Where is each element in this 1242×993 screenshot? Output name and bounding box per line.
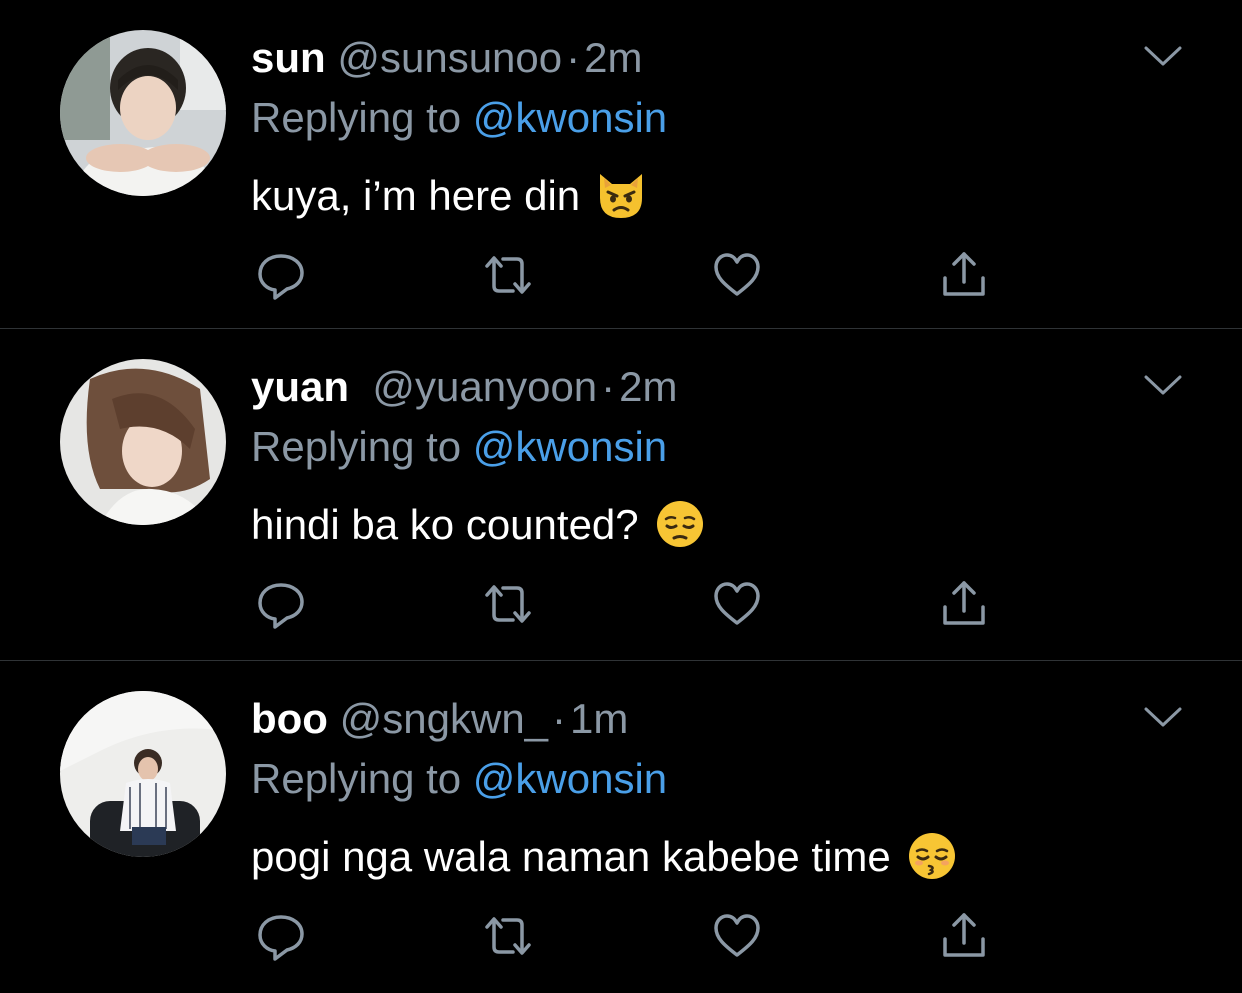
- share-icon[interactable]: [937, 909, 991, 963]
- reply-thread: sun @sunsunoo·2m Replying to @kwonsin ku…: [0, 0, 1242, 993]
- avatar[interactable]: [60, 691, 226, 857]
- retweet-icon[interactable]: [481, 248, 535, 302]
- display-name[interactable]: yuan: [251, 363, 349, 410]
- share-icon[interactable]: [937, 577, 991, 631]
- tweet[interactable]: boo @sngkwn_·1m Replying to @kwonsin pog…: [0, 661, 1242, 993]
- reply-icon[interactable]: [254, 909, 308, 963]
- user-handle[interactable]: @yuanyoon: [372, 363, 597, 410]
- replying-to: Replying to @kwonsin: [251, 757, 667, 801]
- replying-label: Replying to: [251, 423, 462, 470]
- avatar[interactable]: [60, 359, 226, 525]
- like-icon[interactable]: [710, 909, 764, 963]
- retweet-icon[interactable]: [481, 909, 535, 963]
- tweet-text: pogi nga wala naman kabebe time: [251, 829, 959, 883]
- mention-link[interactable]: @kwonsin: [473, 755, 667, 802]
- reply-icon[interactable]: [254, 577, 308, 631]
- tweet-text: kuya, i’m here din: [251, 168, 648, 222]
- share-icon[interactable]: [937, 248, 991, 302]
- tweet-header: yuan @yuanyoon·2m: [251, 365, 678, 409]
- separator-dot: ·: [552, 695, 567, 742]
- chevron-down-icon[interactable]: [1140, 697, 1186, 737]
- tweet[interactable]: sun @sunsunoo·2m Replying to @kwonsin ku…: [0, 0, 1242, 329]
- replying-label: Replying to: [251, 755, 462, 802]
- avatar[interactable]: [60, 30, 226, 196]
- replying-label: Replying to: [251, 94, 462, 141]
- mention-link[interactable]: @kwonsin: [473, 423, 667, 470]
- retweet-icon[interactable]: [481, 577, 535, 631]
- user-handle[interactable]: @sunsunoo: [337, 34, 562, 81]
- tweet-header: sun @sunsunoo·2m: [251, 36, 643, 80]
- tweet-text-content: hindi ba ko counted?: [251, 501, 639, 548]
- separator-dot: ·: [601, 363, 616, 410]
- tweet-actions: [0, 248, 1242, 302]
- pouting-cat-emoji: [600, 174, 643, 218]
- replying-to: Replying to @kwonsin: [251, 96, 667, 140]
- tweet-text-content: pogi nga wala naman kabebe time: [251, 833, 891, 880]
- separator-dot: ·: [566, 34, 581, 81]
- tweet-text: hindi ba ko counted?: [251, 497, 707, 551]
- chevron-down-icon[interactable]: [1140, 36, 1186, 76]
- timestamp[interactable]: 2m: [584, 34, 642, 81]
- chevron-down-icon[interactable]: [1140, 365, 1186, 405]
- tweet-text-content: kuya, i’m here din: [251, 172, 581, 219]
- tweet-actions: [0, 909, 1242, 963]
- user-handle[interactable]: @sngkwn_: [340, 695, 548, 742]
- mention-link[interactable]: @kwonsin: [473, 94, 667, 141]
- timestamp[interactable]: 2m: [619, 363, 677, 410]
- like-icon[interactable]: [710, 248, 764, 302]
- tweet[interactable]: yuan @yuanyoon·2m Replying to @kwonsin h…: [0, 329, 1242, 661]
- display-name[interactable]: sun: [251, 34, 326, 81]
- kissing-face-closed-eyes-emoji: [908, 833, 955, 879]
- reply-icon[interactable]: [254, 248, 308, 302]
- tweet-header: boo @sngkwn_·1m: [251, 697, 628, 741]
- like-icon[interactable]: [710, 577, 764, 631]
- tweet-actions: [0, 577, 1242, 631]
- replying-to: Replying to @kwonsin: [251, 425, 667, 469]
- timestamp[interactable]: 1m: [570, 695, 628, 742]
- pensive-face-emoji: [656, 501, 703, 547]
- display-name[interactable]: boo: [251, 695, 328, 742]
